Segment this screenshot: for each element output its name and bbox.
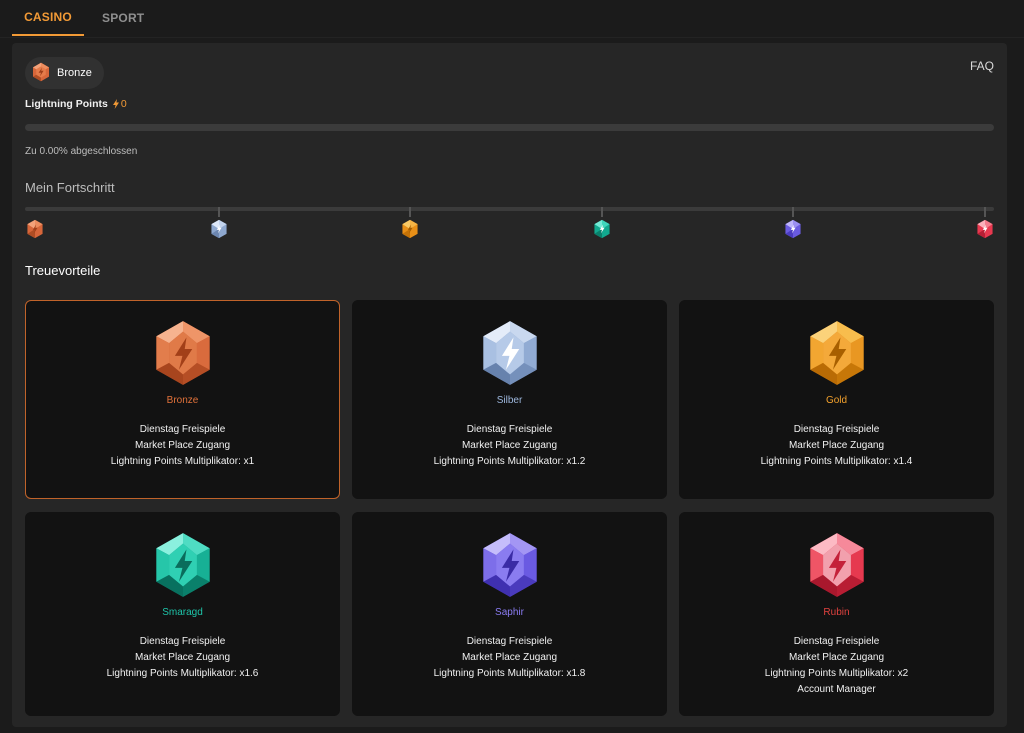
benefit-item: Dienstag Freispiele: [139, 424, 226, 435]
milestone-stem: [218, 207, 220, 217]
sapphire-gem-icon: [785, 219, 801, 239]
progress-track: [25, 207, 994, 211]
loyalty-benefits-title: Treuevorteile: [25, 263, 101, 278]
bronze-gem-icon: [155, 321, 210, 385]
benefit-item: Market Place Zugang: [134, 440, 231, 451]
benefit-item: Dienstag Freispiele: [466, 636, 553, 647]
top-tabs: CASINO SPORT: [0, 0, 1024, 38]
lightning-points-label: Lightning Points: [25, 98, 108, 110]
current-tier-chip: Bronze: [25, 57, 104, 89]
emerald-gem-icon: [594, 219, 610, 239]
tier-benefits: Dienstag Freispiele Market Place Zugang …: [434, 424, 586, 468]
milestone-saphir: [783, 207, 803, 241]
tab-sport[interactable]: SPORT: [98, 0, 148, 36]
milestone-silber: [209, 207, 229, 241]
tier-name: Smaragd: [162, 607, 203, 618]
tier-benefits: Dienstag Freispiele Market Place Zugang …: [761, 424, 913, 468]
benefit-item: Lightning Points Multiplikator: x2: [764, 668, 909, 679]
benefit-item: Dienstag Freispiele: [793, 636, 880, 647]
milestone-rubin: [975, 207, 995, 241]
faq-link[interactable]: FAQ: [970, 59, 994, 73]
bronze-gem-icon: [31, 62, 51, 85]
lightning-points-row: Lightning Points 0: [25, 98, 127, 110]
gold-gem-icon: [402, 219, 418, 239]
benefit-item: Lightning Points Multiplikator: x1.2: [433, 456, 586, 467]
benefit-item: Market Place Zugang: [788, 440, 885, 451]
tier-card-rubin: Rubin Dienstag Freispiele Market Place Z…: [679, 512, 994, 716]
current-tier-label: Bronze: [57, 67, 92, 79]
tier-name: Silber: [496, 395, 523, 406]
tier-benefits: Dienstag Freispiele Market Place Zugang …: [107, 636, 259, 680]
loyalty-panel: Bronze FAQ Lightning Points 0 Zu 0.00% a…: [12, 43, 1007, 727]
benefit-item: Market Place Zugang: [461, 652, 558, 663]
milestone-smaragd: [592, 207, 612, 241]
tier-name: Saphir: [495, 607, 524, 618]
benefit-item: Market Place Zugang: [788, 652, 885, 663]
gold-gem-icon: [809, 321, 864, 385]
silver-gem-icon: [211, 219, 227, 239]
tier-benefits: Dienstag Freispiele Market Place Zugang …: [765, 636, 908, 696]
tier-name: Bronze: [166, 395, 199, 406]
lightning-icon: [112, 99, 119, 109]
completion-progress-bar: [25, 124, 994, 131]
milestone-bronze: [25, 207, 45, 241]
sapphire-gem-icon: [482, 533, 537, 597]
milestone-stem: [792, 207, 794, 217]
benefit-item: Lightning Points Multiplikator: x1: [110, 456, 255, 467]
completion-text: Zu 0.00% abgeschlossen: [25, 146, 138, 157]
benefit-item: Lightning Points Multiplikator: x1.4: [760, 456, 913, 467]
my-progress-title: Mein Fortschritt: [25, 180, 115, 195]
milestone-stem: [601, 207, 603, 217]
ruby-gem-icon: [809, 533, 864, 597]
milestone-stem: [984, 207, 986, 217]
tier-card-gold: Gold Dienstag Freispiele Market Place Zu…: [679, 300, 994, 499]
lightning-points-value-wrap: 0: [112, 98, 127, 110]
tier-name: Gold: [825, 395, 848, 406]
tier-benefits: Dienstag Freispiele Market Place Zugang …: [111, 424, 254, 468]
benefit-item: Market Place Zugang: [461, 440, 558, 451]
silver-gem-icon: [482, 321, 537, 385]
tier-card-saphir: Saphir Dienstag Freispiele Market Place …: [352, 512, 667, 716]
benefit-item: Market Place Zugang: [134, 652, 231, 663]
ruby-gem-icon: [977, 219, 993, 239]
benefit-item: Lightning Points Multiplikator: x1.8: [433, 668, 586, 679]
benefit-item: Dienstag Freispiele: [793, 424, 880, 435]
tier-benefits: Dienstag Freispiele Market Place Zugang …: [434, 636, 586, 680]
benefit-item: Lightning Points Multiplikator: x1.6: [106, 668, 259, 679]
benefit-item: Dienstag Freispiele: [466, 424, 553, 435]
milestone-stem: [409, 207, 411, 217]
tier-card-silber: Silber Dienstag Freispiele Market Place …: [352, 300, 667, 499]
milestone-gold: [400, 207, 420, 241]
benefit-item: Dienstag Freispiele: [139, 636, 226, 647]
emerald-gem-icon: [155, 533, 210, 597]
lightning-points-value: 0: [120, 98, 127, 110]
benefit-item: Account Manager: [797, 684, 876, 695]
tier-card-bronze: Bronze Dienstag Freispiele Market Place …: [25, 300, 340, 499]
tier-name: Rubin: [823, 607, 850, 618]
tier-card-smaragd: Smaragd Dienstag Freispiele Market Place…: [25, 512, 340, 716]
tab-casino[interactable]: CASINO: [12, 0, 84, 36]
tier-cards-grid: Bronze Dienstag Freispiele Market Place …: [25, 300, 995, 716]
bronze-gem-icon: [27, 219, 43, 239]
